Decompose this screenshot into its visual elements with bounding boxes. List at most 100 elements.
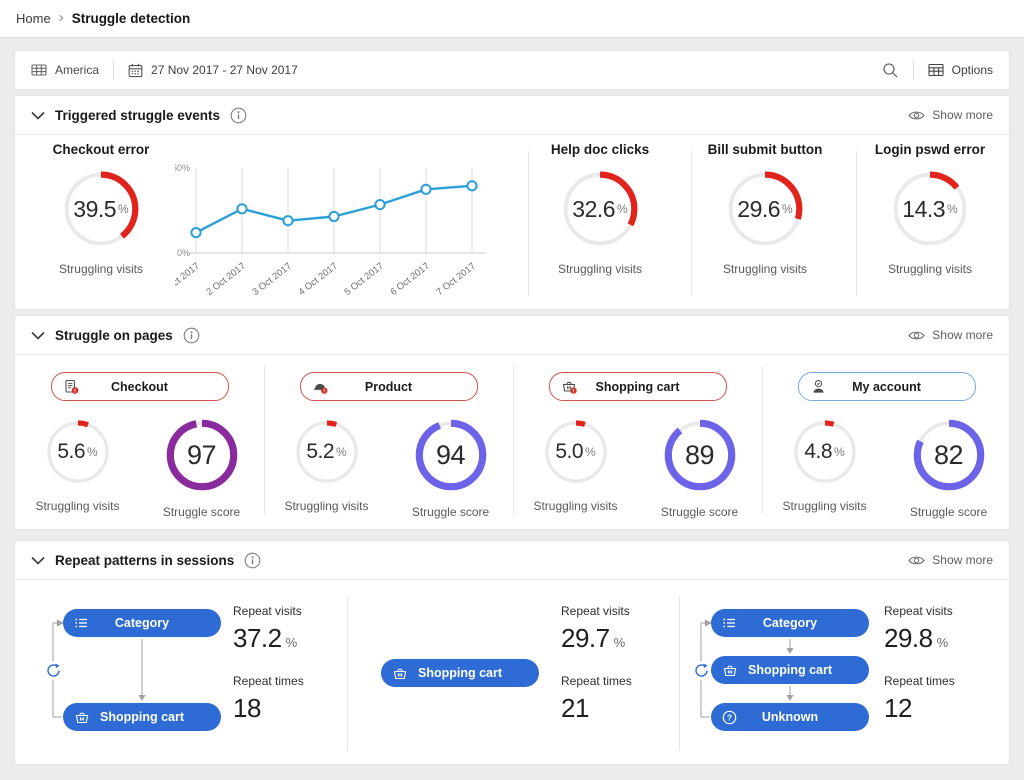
my-account-score-donut: 82 (913, 419, 985, 491)
show-more-label: Show more (932, 108, 993, 122)
checkout-visits-donut: 5.6% (45, 419, 111, 485)
breadcrumb-home-link[interactable]: Home (16, 11, 51, 26)
event-card-bill-submit-button: Bill submit button 29.6% Struggling visi… (690, 142, 840, 276)
page-card-my-account: My account 4.8% Struggling visits 82 (762, 366, 1011, 519)
visits-caption: Struggling visits (526, 499, 626, 513)
svg-text:1 Oct 2017: 1 Oct 2017 (175, 261, 202, 298)
step-pill-unknown[interactable]: ? Unknown (711, 703, 869, 731)
step-pill-shopping-cart[interactable]: Shopping cart (381, 659, 539, 687)
region-grid-icon (31, 63, 47, 77)
percent-sign: % (87, 445, 98, 459)
event-caption: Struggling visits (525, 262, 675, 276)
info-icon[interactable] (183, 327, 200, 344)
event-value: 39.5 (73, 196, 116, 223)
bill-submit-donut: 29.6% (726, 170, 804, 248)
section-header: Triggered struggle events Show more (15, 96, 1009, 135)
loop-sync-icon (692, 661, 711, 680)
collapse-chevron-icon[interactable] (31, 111, 45, 120)
basket-icon (722, 663, 738, 678)
repeat-group-1: Category Shopping cart Repeat visits 37.… (31, 596, 347, 756)
visits-caption: Struggling visits (277, 499, 377, 513)
options-button[interactable]: Options (928, 63, 993, 77)
checkout-score-donut: 97 (166, 419, 238, 491)
basket-icon (392, 666, 408, 681)
event-card-checkout-error: Checkout error 39.5% Struggling visits (26, 142, 176, 276)
checkout-bill-icon (63, 379, 80, 395)
product-score-donut: 94 (415, 419, 487, 491)
repeat-times-label: Repeat times (561, 674, 691, 688)
repeat-stats: Repeat visits 37.2% Repeat times 18 (233, 604, 363, 724)
options-label: Options (952, 63, 993, 77)
toolbar-divider (113, 60, 114, 80)
region-selector[interactable]: America (31, 63, 99, 77)
svg-text:5 Oct 2017: 5 Oct 2017 (342, 261, 385, 298)
show-more-button[interactable]: Show more (908, 108, 993, 122)
event-value: 32.6 (572, 196, 615, 223)
repeat-stats: Repeat visits 29.8% Repeat times 12 (884, 604, 1014, 724)
my-account-icon (810, 379, 827, 395)
score-caption: Struggle score (401, 505, 501, 519)
event-caption: Struggling visits (690, 262, 840, 276)
show-more-button[interactable]: Show more (908, 553, 993, 567)
section-title: Triggered struggle events (55, 108, 220, 123)
percent-sign: % (617, 202, 628, 216)
my-account-page-button[interactable]: My account (798, 372, 976, 401)
section-struggle-on-pages: Struggle on pages Show more Checkout (14, 315, 1010, 530)
score-value: 82 (934, 440, 963, 471)
collapse-chevron-icon[interactable] (31, 331, 45, 340)
show-more-label: Show more (932, 553, 993, 567)
percent-sign: % (614, 635, 625, 650)
visits-value: 5.0 (555, 440, 583, 464)
event-card-help-doc-clicks: Help doc clicks 32.6% Struggling visits (525, 142, 675, 276)
login-pswd-error-donut: 14.3% (891, 170, 969, 248)
event-title: Login pswd error (855, 142, 1005, 157)
my-account-visits-donut: 4.8% (792, 419, 858, 485)
repeat-visits-value: 37.2 (233, 623, 282, 653)
basket-icon (74, 710, 90, 725)
calendar-icon (128, 63, 143, 78)
repeat-visits-value: 29.8 (884, 623, 933, 653)
percent-sign: % (834, 445, 845, 459)
visits-caption: Struggling visits (775, 499, 875, 513)
info-icon[interactable] (230, 107, 247, 124)
score-caption: Struggle score (152, 505, 252, 519)
page-card-checkout: Checkout 5.6% Struggling visits 97 (15, 366, 264, 519)
show-more-button[interactable]: Show more (908, 328, 993, 342)
repeat-times-value: 18 (233, 693, 363, 724)
repeat-group-2: Shopping cart Repeat visits 29.7% Repeat… (347, 596, 679, 756)
shopping-cart-page-button[interactable]: Shopping cart (549, 372, 727, 401)
step-pill-shopping-cart[interactable]: Shopping cart (63, 703, 221, 731)
step-pill-category[interactable]: Category (711, 609, 869, 637)
event-card-login-pswd-error: Login pswd error 14.3% Struggling visits (855, 142, 1005, 276)
repeat-times-label: Repeat times (233, 674, 363, 688)
percent-sign: % (585, 445, 596, 459)
section-header: Struggle on pages Show more (15, 316, 1009, 355)
step-pill-shopping-cart[interactable]: Shopping cart (711, 656, 869, 684)
struggle-score-block: 89 Struggle score (650, 419, 750, 519)
breadcrumb-separator-icon: › (59, 9, 64, 26)
event-value: 14.3 (902, 196, 945, 223)
collapse-chevron-icon[interactable] (31, 556, 45, 565)
filter-toolbar: America 27 Nov 2017 - 27 Nov 2017 (14, 50, 1010, 90)
checkout-page-button[interactable]: Checkout (51, 372, 229, 401)
struggling-visits-block: 5.2% Struggling visits (277, 419, 377, 513)
svg-text:3 Oct 2017: 3 Oct 2017 (250, 261, 293, 298)
product-page-button[interactable]: Product (300, 372, 478, 401)
search-icon[interactable] (882, 62, 899, 79)
page-card-shopping-cart: Shopping cart 5.0% Struggling visits 89 (513, 366, 762, 519)
date-range-selector[interactable]: 27 Nov 2017 - 27 Nov 2017 (128, 63, 298, 78)
show-more-label: Show more (932, 328, 993, 342)
struggle-score-block: 97 Struggle score (152, 419, 252, 519)
visits-caption: Struggling visits (28, 499, 128, 513)
info-icon[interactable] (244, 552, 261, 569)
repeat-times-value: 21 (561, 693, 691, 724)
section-triggered-struggle-events: Triggered struggle events Show more Chec… (14, 95, 1010, 310)
shopping-cart-score-donut: 89 (664, 419, 736, 491)
shopping-cart-icon (561, 379, 578, 395)
visits-value: 5.6 (57, 440, 85, 464)
percent-sign: % (947, 202, 958, 216)
section-title: Repeat patterns in sessions (55, 553, 234, 568)
loop-sync-icon (44, 661, 63, 680)
list-icon (74, 616, 89, 630)
step-pill-category[interactable]: Category (63, 609, 221, 637)
